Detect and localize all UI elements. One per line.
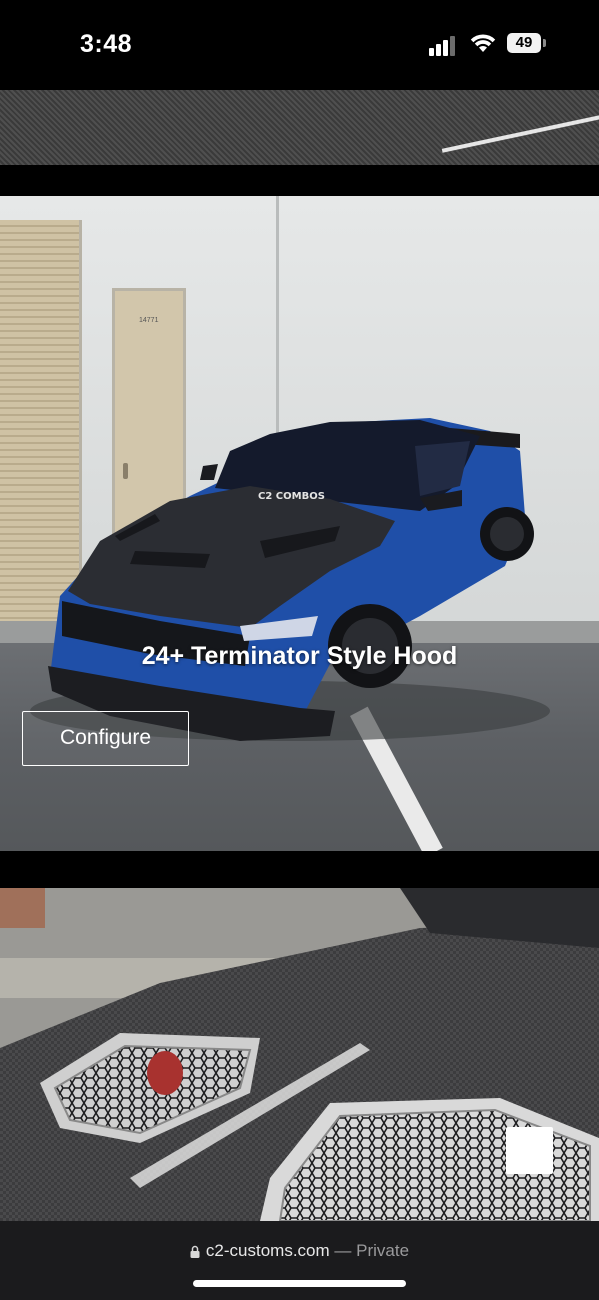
battery-icon: 49 — [507, 33, 541, 53]
home-indicator[interactable] — [193, 1280, 406, 1287]
url-domain: c2-customs.com — [205, 1241, 330, 1260]
product-card[interactable]: 14771 C2 COMBOS 24+ Terminator Style Hoo… — [0, 196, 599, 851]
product-image-bottom[interactable] — [0, 888, 599, 1221]
url-display[interactable]: c2-customs.com — Private — [0, 1241, 599, 1261]
status-time: 3:48 — [80, 30, 133, 58]
product-image-top[interactable] — [0, 90, 599, 165]
hood-stripe — [441, 107, 599, 153]
configure-button[interactable]: Configure — [22, 711, 189, 766]
cellular-signal-icon — [429, 34, 461, 56]
wifi-icon — [470, 34, 496, 52]
browser-url-bar[interactable]: c2-customs.com — Private — [0, 1221, 599, 1300]
private-mode-label: Private — [356, 1241, 410, 1260]
product-overlay: 24+ Terminator Style Hood Configure — [0, 196, 599, 851]
battery-cap — [543, 39, 546, 47]
url-separator: — — [334, 1241, 352, 1260]
scroll-top-button[interactable] — [506, 1127, 553, 1174]
status-bar: 3:48 49 — [0, 0, 599, 90]
lock-icon — [190, 1245, 200, 1258]
product-title[interactable]: 24+ Terminator Style Hood — [0, 642, 599, 671]
